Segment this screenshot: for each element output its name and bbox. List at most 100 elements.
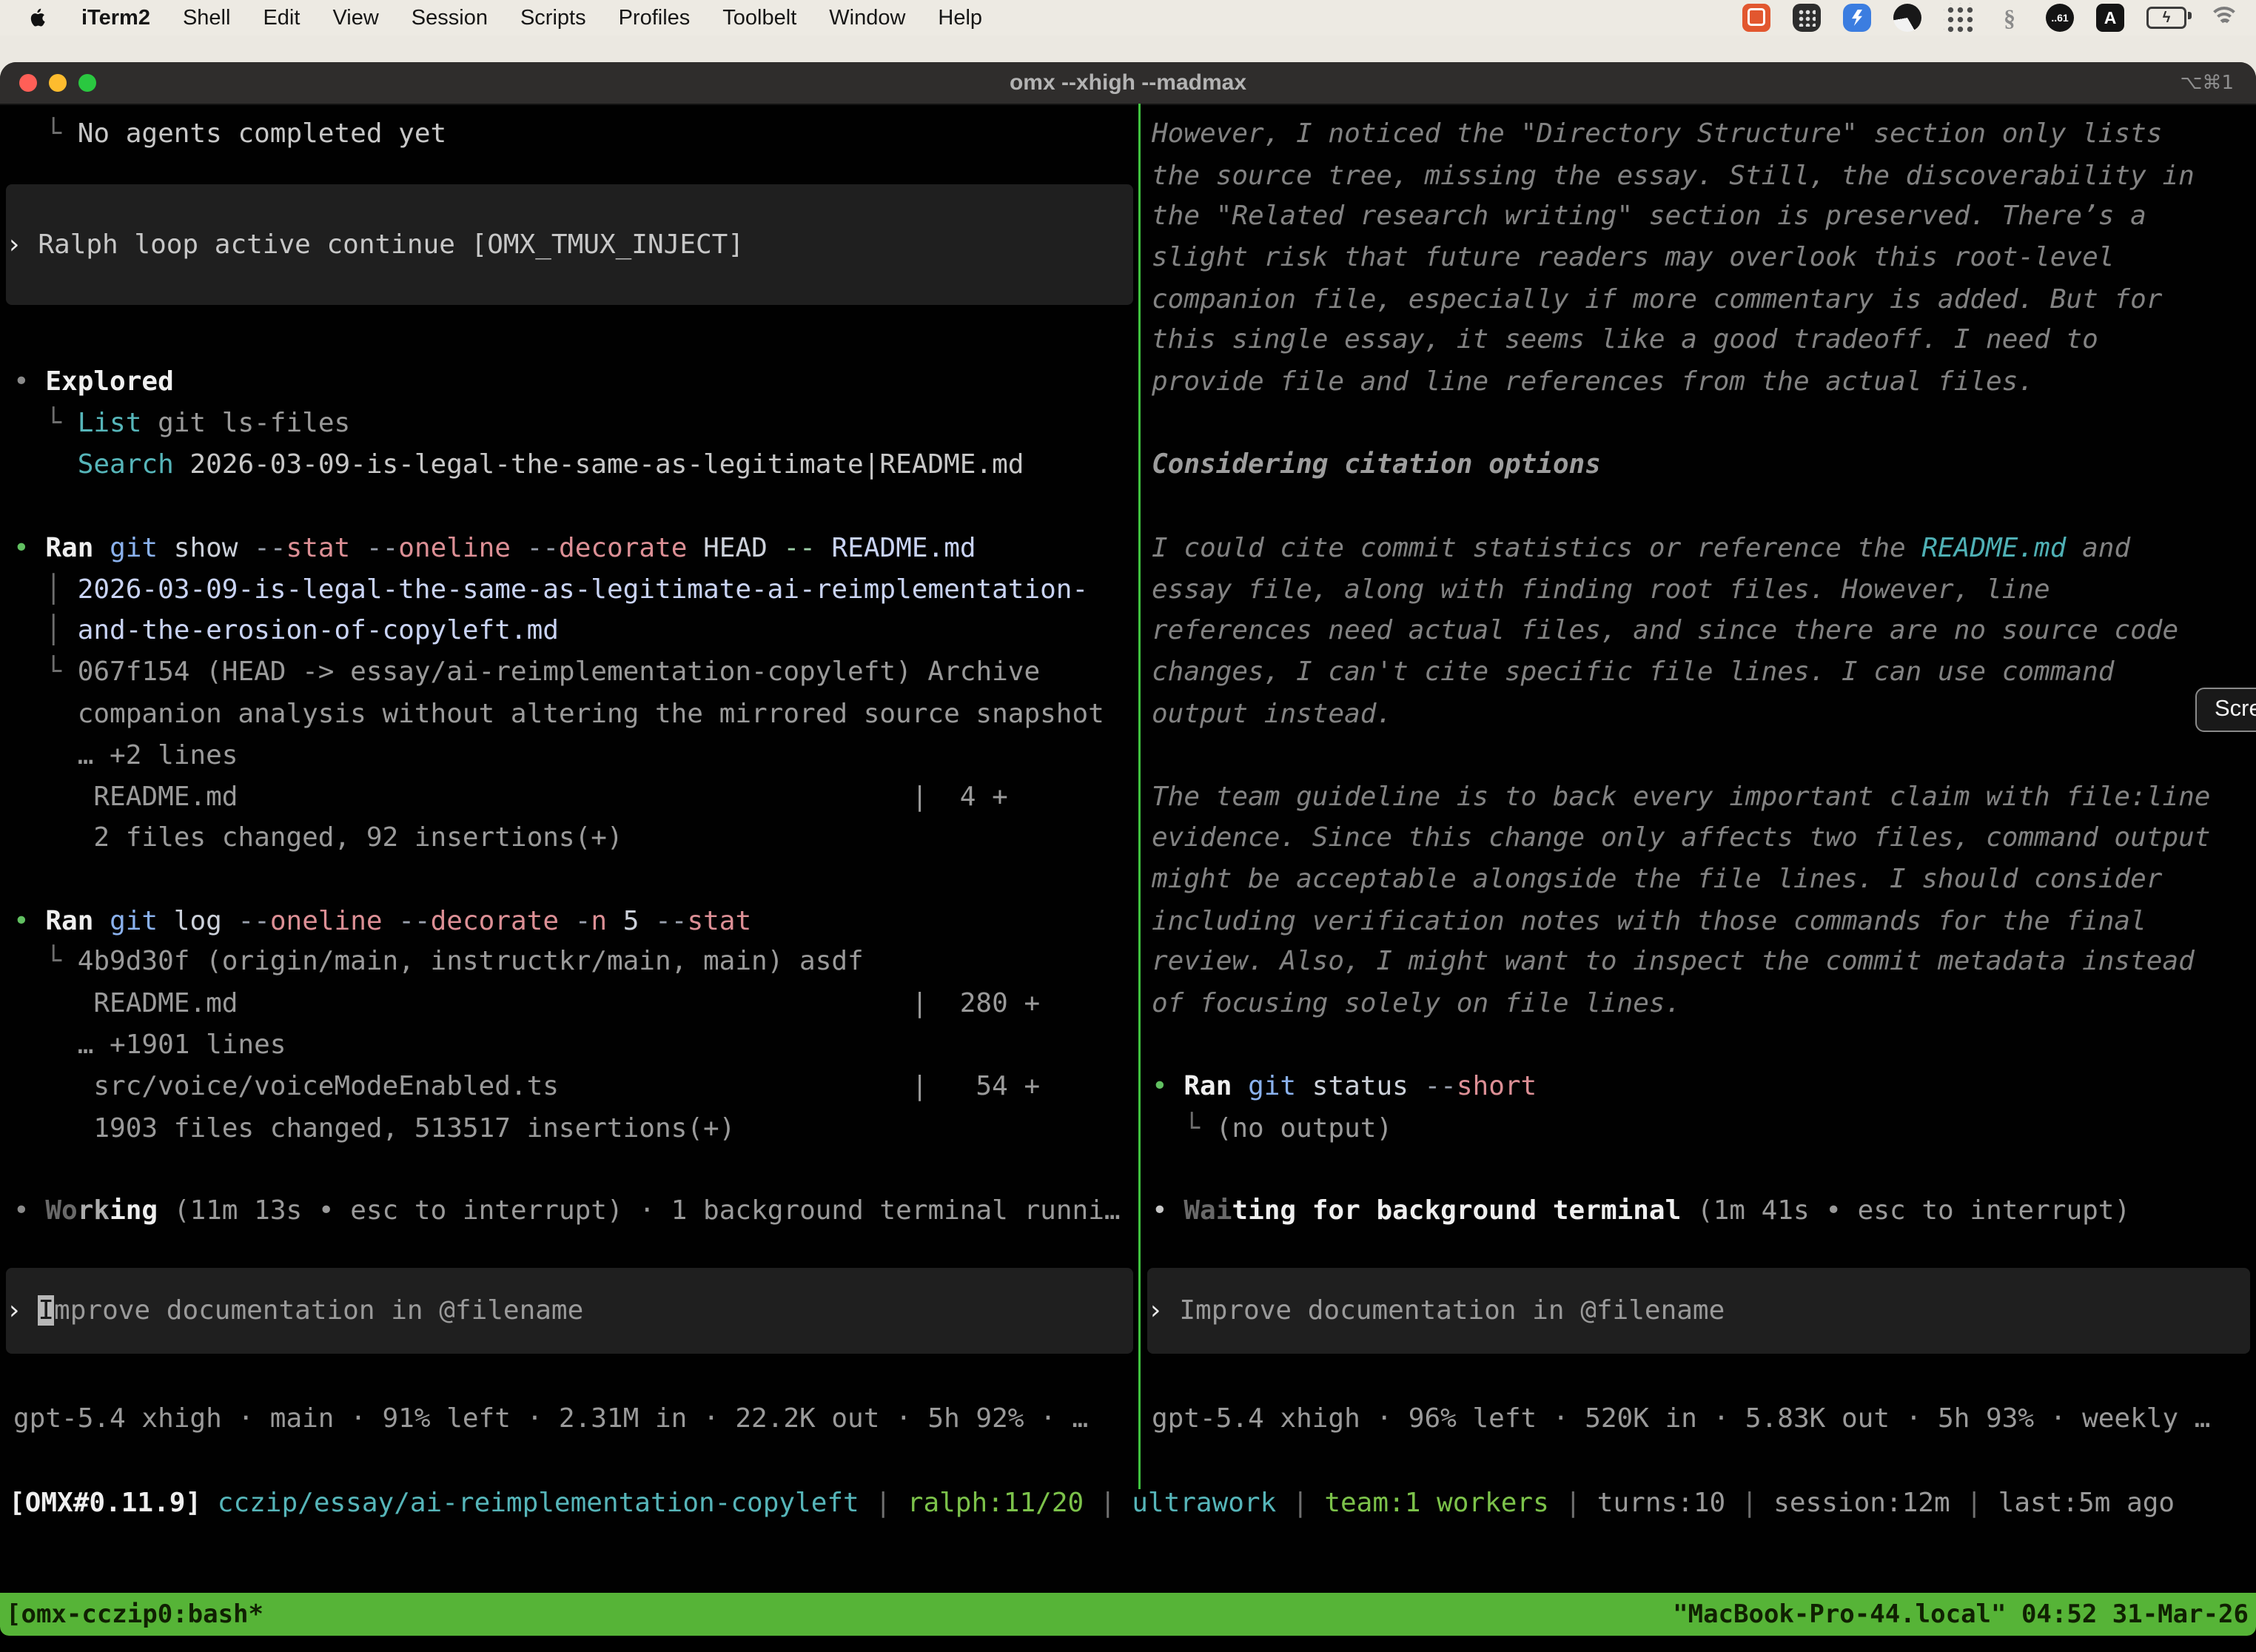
text-segment: └ (13, 946, 78, 976)
terminal-line: Search 2026-03-09-is-legal-the-same-as-l… (13, 444, 1138, 486)
keystroke-icon[interactable]: A (2096, 4, 2124, 32)
text-segment: references need actual files, and since … (1152, 615, 2178, 645)
terminal-pane-right[interactable]: However, I noticed the "Directory Struct… (1141, 104, 2256, 1483)
terminal-line: companion file, especially if more comme… (1152, 279, 2255, 320)
text-segment: mprove documentation in @filename (54, 1295, 583, 1326)
shortcuts-icon[interactable] (1843, 4, 1871, 32)
text-segment: 2026-03-09-is-legal-the-same-as-legitima… (78, 574, 1088, 605)
text-segment: - (575, 906, 591, 936)
prompt-input[interactable]: › Improve documentation in @filename (1147, 1268, 2250, 1354)
text-segment: › (1147, 1295, 1179, 1326)
text-segment: • (13, 533, 45, 563)
text-segment: rk (78, 1195, 110, 1226)
text-segment: stat (687, 906, 751, 936)
window-shortcut-badge: ⌥⌘1 (2180, 62, 2234, 104)
text-segment: List (78, 408, 142, 438)
text-segment: decorate (559, 533, 687, 563)
text-segment (511, 533, 527, 563)
text-segment: • (1152, 1195, 1184, 1226)
text-segment: However, I noticed the "Directory Struct… (1152, 118, 2162, 149)
menu-item-help[interactable]: Help (938, 6, 982, 30)
text-segment: -- (783, 533, 815, 563)
count-badge-icon[interactable]: ..61 (2046, 4, 2074, 32)
text-segment: review. Also, I might want to inspect th… (1152, 946, 2195, 976)
terminal-line: README.md | 280 + (13, 983, 1138, 1024)
text-segment: Considering citation options (1152, 449, 1601, 480)
terminal-line: references need actual files, and since … (1152, 610, 2255, 651)
dots-grid-icon[interactable] (1944, 3, 1973, 33)
terminal-line: src/voice/voiceModeEnabled.ts | 54 + (13, 1066, 1138, 1107)
text-segment: src/voice/voiceModeEnabled.ts | 54 + (13, 1071, 1040, 1101)
text-segment (93, 533, 110, 563)
menu-item-view[interactable]: View (332, 6, 378, 30)
menu-item-shell[interactable]: Shell (183, 6, 231, 30)
pane-divider[interactable] (1138, 104, 1141, 1489)
text-segment: turns:10 (1597, 1488, 1725, 1518)
tmux-window-label[interactable]: [omx-cczip0:bash* (0, 1599, 263, 1629)
text-segment: -- (254, 533, 286, 563)
terminal-line: provide file and line references from th… (1152, 361, 2255, 403)
text-segment: log (158, 906, 238, 936)
text-segment: [OMX#0.11.9] (9, 1488, 201, 1518)
text-segment: the "Related research writing" section i… (1152, 201, 2146, 231)
terminal-line: └ No agents completed yet (13, 113, 1138, 155)
text-segment: git (110, 533, 158, 563)
terminal-line: … +2 lines (13, 735, 1138, 776)
terminal-line: the "Related research writing" section i… (1152, 195, 2255, 237)
text-segment: README.md | 280 + (13, 988, 1040, 1018)
text-segment: -- (398, 906, 430, 936)
battery-icon[interactable]: ϟ (2146, 7, 2186, 29)
menu-item-toolbelt[interactable]: Toolbelt (722, 6, 796, 30)
text-segment: the source tree, missing the essay. Stil… (1152, 161, 2195, 191)
text-segment: … +1901 lines (13, 1030, 286, 1060)
terminal-line: README.md | 4 + (13, 776, 1138, 818)
text-segment: › (6, 1295, 38, 1326)
keypad-icon[interactable] (1793, 4, 1821, 32)
terminal-line: might be acceptable alongside the file l… (1152, 859, 2255, 900)
text-segment: show (158, 533, 254, 563)
text-segment: Wo (45, 1195, 77, 1226)
text-segment: • (13, 1195, 45, 1226)
text-segment (350, 533, 366, 563)
messages-icon[interactable] (1742, 4, 1770, 32)
tmux-host-clock: "MacBook-Pro-44.local" 04:52 31-Mar-26 (1673, 1599, 2256, 1629)
text-segment: HEAD (687, 533, 783, 563)
text-segment: essay file, along with finding root file… (1152, 574, 2050, 605)
wifi-icon[interactable] (2209, 4, 2237, 32)
text-segment: ing (110, 1195, 158, 1226)
text-segment: … +2 lines (13, 740, 238, 770)
text-segment: -- (527, 533, 559, 563)
menu-bar: iTerm2 Shell Edit View Session Scripts Profil… (0, 0, 2256, 36)
text-segment (201, 1488, 218, 1518)
text-segment: git (110, 906, 158, 936)
menu-item-edit[interactable]: Edit (263, 6, 300, 30)
terminal-pane-left[interactable]: └ No agents completed yet• Explored └ Li… (0, 104, 1139, 1483)
text-segment: short (1457, 1071, 1537, 1101)
text-segment: 2026-03-09-is-legal-the-same-as-legitima… (174, 449, 1024, 480)
squiggle-icon[interactable]: § (1995, 4, 2024, 32)
text-segment: 4b9d30f (origin/main, instructkr/main, m… (78, 946, 864, 976)
text-segment: companion file, especially if more comme… (1152, 284, 2162, 315)
text-segment (1232, 1071, 1248, 1101)
pie-chart-icon[interactable] (1893, 4, 1921, 32)
menu-item-window[interactable]: Window (829, 6, 905, 30)
menu-item-profiles[interactable]: Profiles (619, 6, 691, 30)
text-segment: of focusing solely on file lines. (1152, 988, 1681, 1018)
window-title-bar[interactable]: omx --xhigh --madmax ⌥⌘1 (0, 62, 2256, 105)
terminal-line: changes, I can't cite specific file line… (1152, 651, 2255, 693)
text-segment: (no output) (1216, 1113, 1392, 1144)
terminal-line: └ List git ls-files (13, 403, 1138, 444)
terminal-line: Considering citation options (1152, 444, 2255, 486)
terminal-line: • Ran git show --stat --oneline --decora… (13, 528, 1138, 569)
apple-menu-icon[interactable] (27, 5, 49, 30)
menu-item-session[interactable]: Session (412, 6, 488, 30)
text-segment: last:5m ago (1998, 1488, 2175, 1518)
omx-status-line: [OMX#0.11.9] cczip/essay/ai-reimplementa… (9, 1483, 2175, 1524)
text-segment: README.md (1921, 533, 2066, 563)
text-segment: git ls-files (141, 408, 350, 438)
menu-item-app[interactable]: iTerm2 (81, 6, 150, 30)
text-segment: and (2066, 533, 2130, 563)
prompt-input[interactable]: › Improve documentation in @filename (6, 1268, 1133, 1354)
text-segment: -- (655, 906, 687, 936)
menu-item-scripts[interactable]: Scripts (520, 6, 586, 30)
